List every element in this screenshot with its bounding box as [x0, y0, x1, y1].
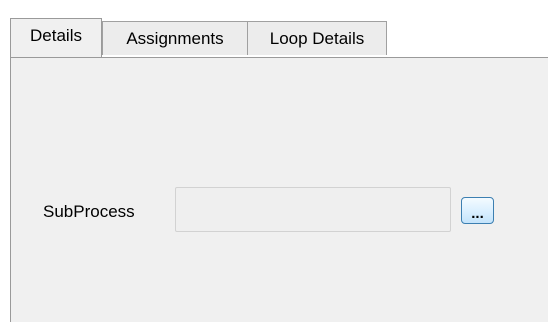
tab-assignments-label: Assignments — [126, 28, 224, 48]
browse-button-label: ... — [471, 205, 484, 222]
tab-details[interactable]: Details — [10, 18, 102, 57]
tab-assignments[interactable]: Assignments — [102, 21, 248, 55]
tab-loop-details-label: Loop Details — [269, 28, 365, 48]
browse-button[interactable]: ... — [461, 197, 494, 224]
subprocess-label: SubProcess — [43, 202, 135, 221]
subprocess-input[interactable] — [175, 187, 451, 232]
tab-loop-details[interactable]: Loop Details — [247, 21, 387, 55]
details-panel: SubProcess ... — [10, 57, 548, 322]
tab-details-label: Details — [30, 26, 82, 45]
tab-strip: Details Assignments Loop Details — [10, 18, 548, 58]
